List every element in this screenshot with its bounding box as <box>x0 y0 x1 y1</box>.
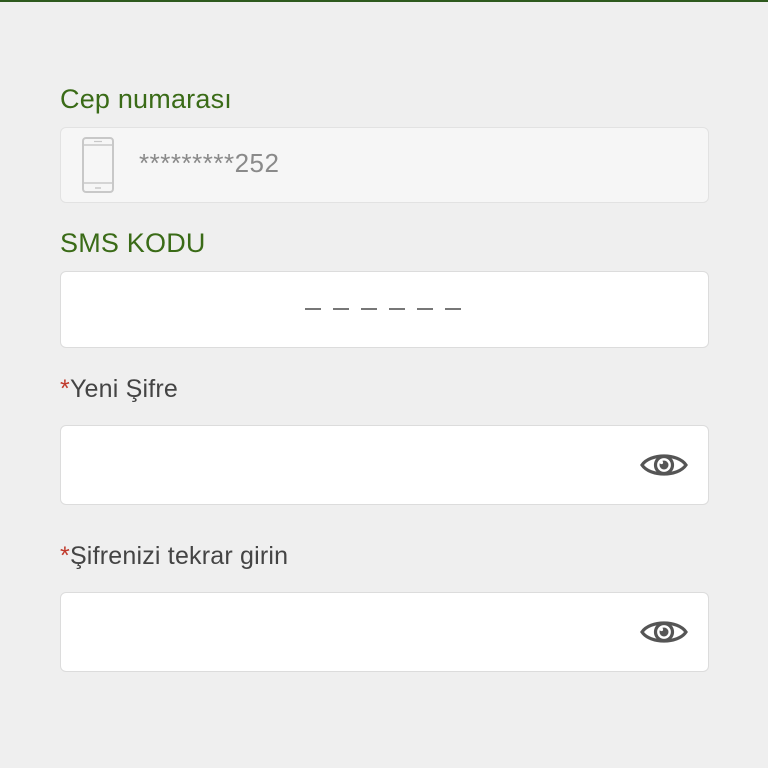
sms-label-text: SMS KODU <box>60 228 206 258</box>
new-password-label: *Yeni Şifre <box>60 375 178 404</box>
sms-code-field[interactable] <box>60 271 709 348</box>
password-reset-page: Cep numarası *********252 SMS KODU *Yeni… <box>0 0 768 768</box>
new-password-label-text: Yeni Şifre <box>69 375 179 403</box>
confirm-password-field[interactable] <box>60 592 709 672</box>
top-divider <box>0 0 768 2</box>
phone-label: Cep numarası <box>60 84 232 115</box>
eye-icon[interactable] <box>640 449 688 481</box>
phone-field: *********252 <box>60 127 709 203</box>
confirm-password-label: *Şifrenizi tekrar girin <box>60 542 288 571</box>
confirm-password-input[interactable] <box>75 593 635 671</box>
required-mark: * <box>60 375 70 403</box>
sms-code-input[interactable] <box>61 272 708 347</box>
phone-icon <box>82 137 114 193</box>
phone-label-text: Cep numarası <box>60 84 232 114</box>
confirm-password-label-text: Şifrenizi tekrar girin <box>69 542 289 570</box>
new-password-input[interactable] <box>75 426 635 504</box>
new-password-field[interactable] <box>60 425 709 505</box>
sms-label: SMS KODU <box>60 228 206 259</box>
phone-value: *********252 <box>139 148 280 178</box>
eye-icon[interactable] <box>640 616 688 648</box>
required-mark: * <box>60 542 70 570</box>
